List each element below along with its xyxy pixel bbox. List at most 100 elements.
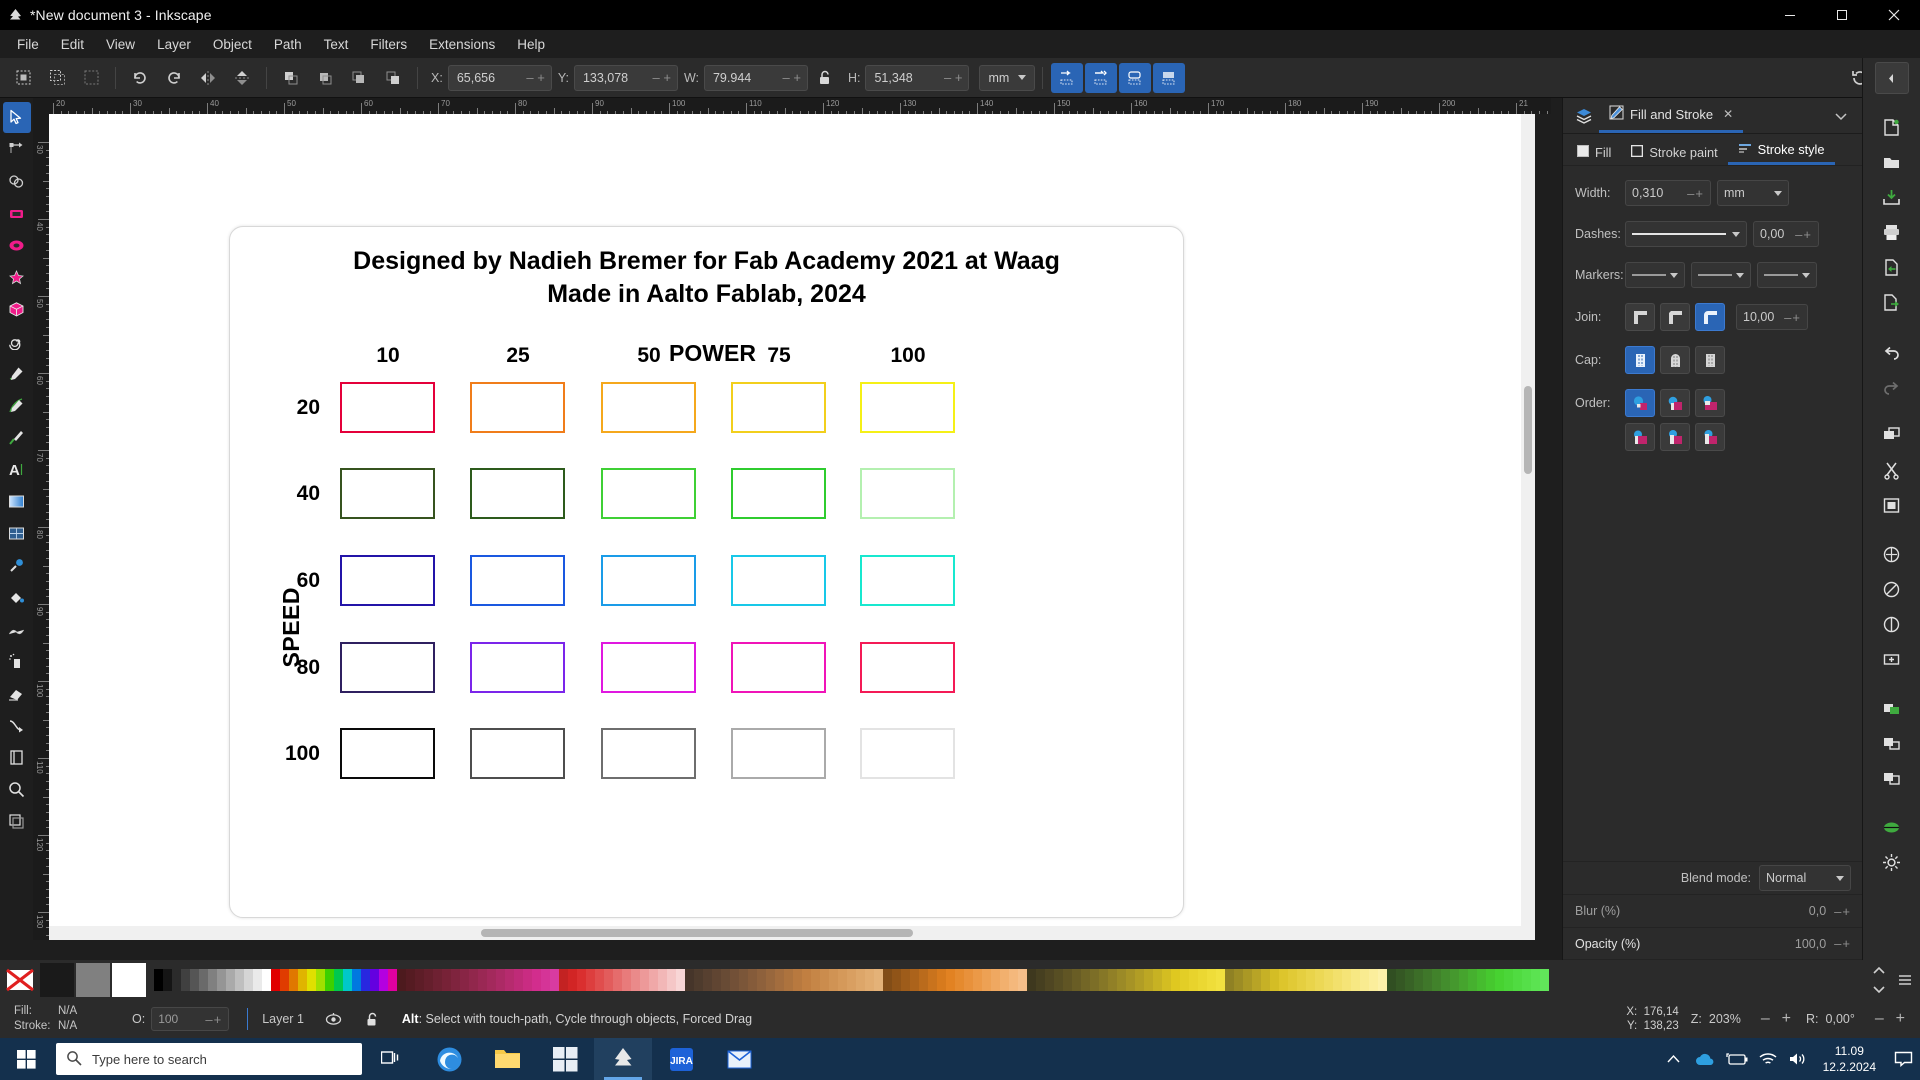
deselect-icon[interactable] xyxy=(75,63,107,93)
close-button[interactable] xyxy=(1868,0,1920,30)
palette-swatch[interactable] xyxy=(829,969,838,991)
palette-swatch[interactable] xyxy=(1036,969,1045,991)
palette-swatch[interactable] xyxy=(541,969,550,991)
canvas-vertical-scrollbar[interactable] xyxy=(1521,114,1535,940)
palette-swatch[interactable] xyxy=(244,969,253,991)
chevron-down-icon[interactable] xyxy=(1826,102,1856,130)
cap-square-button[interactable] xyxy=(1695,346,1725,374)
menu-text[interactable]: Text xyxy=(313,34,360,55)
flip-vertical-icon[interactable] xyxy=(226,63,258,93)
y-spinner[interactable]: – + xyxy=(653,70,677,85)
palette-swatch[interactable] xyxy=(442,969,451,991)
cap-butt-button[interactable] xyxy=(1625,346,1655,374)
palette-swatch[interactable] xyxy=(1360,969,1369,991)
test-rectangle[interactable] xyxy=(340,468,435,519)
palette-swatch[interactable] xyxy=(1423,969,1432,991)
palette-swatch[interactable] xyxy=(622,969,631,991)
swatch-gray[interactable] xyxy=(76,963,110,997)
select-all-icon[interactable] xyxy=(7,63,39,93)
palette-swatch[interactable] xyxy=(1099,969,1108,991)
blur-spinner[interactable]: –+ xyxy=(1826,904,1851,919)
print-button[interactable] xyxy=(1875,216,1909,248)
affect-rounded-corners-icon[interactable] xyxy=(1119,62,1152,93)
scrollbar-thumb[interactable] xyxy=(1524,386,1532,474)
paintbucket-tool[interactable] xyxy=(3,582,31,613)
palette-swatch[interactable] xyxy=(919,969,928,991)
palette-swatch[interactable] xyxy=(1522,969,1531,991)
lock-open-icon[interactable] xyxy=(809,63,841,93)
palette-swatch[interactable] xyxy=(1378,969,1387,991)
test-rectangle[interactable] xyxy=(860,382,955,433)
join-miter-button[interactable] xyxy=(1625,303,1655,331)
swatch-white[interactable] xyxy=(112,963,146,997)
menu-layer[interactable]: Layer xyxy=(146,34,202,55)
objects-button[interactable] xyxy=(1875,643,1909,675)
h-field[interactable]: 51,348 – + xyxy=(865,64,970,91)
palette-swatch[interactable] xyxy=(568,969,577,991)
marker-mid-dropdown[interactable] xyxy=(1691,262,1751,288)
palette-swatch[interactable] xyxy=(1054,969,1063,991)
palette-swatch[interactable] xyxy=(1414,969,1423,991)
paste-button[interactable] xyxy=(1875,489,1909,521)
palette-swatch[interactable] xyxy=(1531,969,1540,991)
palette-swatch[interactable] xyxy=(658,969,667,991)
palette-swatch[interactable] xyxy=(226,969,235,991)
palette-swatch[interactable] xyxy=(469,969,478,991)
horizontal-ruler[interactable]: 20 30 40 50 60 70 80 90 100 110 120 130 140 150 160 170… xyxy=(33,98,1551,114)
selector-tool[interactable] xyxy=(2,102,31,133)
order-fill-stroke-markers-button[interactable] xyxy=(1660,389,1690,417)
palette-swatch[interactable] xyxy=(280,969,289,991)
palette-swatch[interactable] xyxy=(433,969,442,991)
connector-tool[interactable] xyxy=(3,710,31,741)
palette-swatch[interactable] xyxy=(631,969,640,991)
palette-swatch[interactable] xyxy=(1225,969,1234,991)
palette-swatch[interactable] xyxy=(847,969,856,991)
palette-swatch[interactable] xyxy=(685,969,694,991)
palette-swatch[interactable] xyxy=(1450,969,1459,991)
menu-file[interactable]: File xyxy=(6,34,50,55)
palette-swatch[interactable] xyxy=(1441,969,1450,991)
tab-stroke-style[interactable]: Stroke style xyxy=(1727,137,1835,165)
palette-swatch[interactable] xyxy=(1252,969,1261,991)
test-rectangle[interactable] xyxy=(731,555,826,606)
test-rectangle[interactable] xyxy=(860,728,955,779)
palette-swatch[interactable] xyxy=(361,969,370,991)
menu-extensions[interactable]: Extensions xyxy=(418,34,506,55)
test-rectangle[interactable] xyxy=(470,382,565,433)
order-stroke-markers-fill-button[interactable] xyxy=(1695,423,1725,451)
test-rectangle[interactable] xyxy=(860,555,955,606)
clone-button[interactable] xyxy=(1875,573,1909,605)
palette-swatch[interactable] xyxy=(1162,969,1171,991)
palette-swatch[interactable] xyxy=(865,969,874,991)
palette-swatch[interactable] xyxy=(1468,969,1477,991)
palette-swatch[interactable] xyxy=(1216,969,1225,991)
palette-swatch[interactable] xyxy=(613,969,622,991)
palette-swatch[interactable] xyxy=(523,969,532,991)
palette-swatch[interactable] xyxy=(955,969,964,991)
miter-limit-spinner[interactable]: –+ xyxy=(1776,310,1801,325)
inkscape-app-button[interactable] xyxy=(594,1038,652,1080)
select-all-layers-icon[interactable] xyxy=(41,63,73,93)
palette-swatch[interactable] xyxy=(1108,969,1117,991)
cap-round-button[interactable] xyxy=(1660,346,1690,374)
palette-swatch[interactable] xyxy=(460,969,469,991)
maximize-button[interactable] xyxy=(1816,0,1868,30)
lower-icon[interactable] xyxy=(343,63,375,93)
ungroup-button[interactable] xyxy=(1875,727,1909,759)
import-button[interactable] xyxy=(1875,251,1909,283)
palette-swatch[interactable] xyxy=(1279,969,1288,991)
palette-swatch[interactable] xyxy=(514,969,523,991)
redo-button[interactable] xyxy=(1875,370,1909,402)
start-button[interactable] xyxy=(0,1038,52,1080)
menu-view[interactable]: View xyxy=(95,34,146,55)
palette-swatch[interactable] xyxy=(1027,969,1036,991)
palette-scroll-up-icon[interactable] xyxy=(1868,961,1890,980)
palette-swatch[interactable] xyxy=(604,969,613,991)
palette-swatch[interactable] xyxy=(271,969,280,991)
no-color-icon[interactable] xyxy=(0,961,40,999)
dashes-dropdown[interactable] xyxy=(1625,221,1747,247)
palette-swatch[interactable] xyxy=(1396,969,1405,991)
lower-to-bottom-icon[interactable] xyxy=(377,63,409,93)
dash-offset-spinner[interactable]: –+ xyxy=(1787,227,1812,242)
zoom-value[interactable]: 203% xyxy=(1709,1012,1741,1026)
